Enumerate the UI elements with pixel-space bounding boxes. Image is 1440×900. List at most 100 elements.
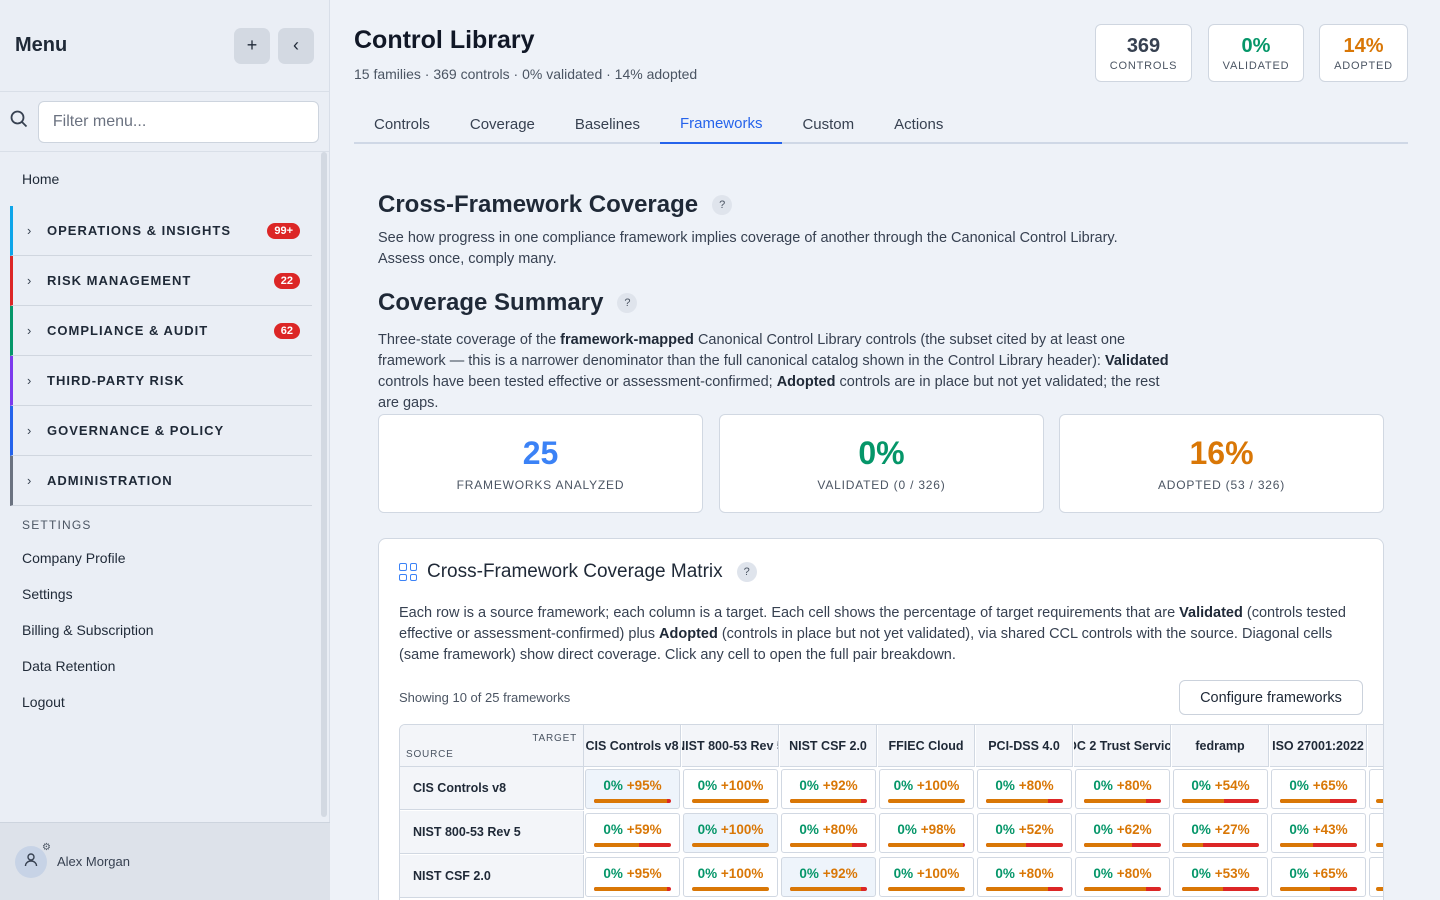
validated-pct: 0%	[1289, 778, 1309, 793]
validated-pct: 0%	[995, 822, 1015, 837]
matrix-cell[interactable]: 0% +100%	[683, 813, 778, 853]
add-menu-button[interactable]: +	[234, 27, 270, 64]
coverage-bar	[1280, 799, 1357, 803]
matrix-cell[interactable]: 0% +80%	[781, 813, 876, 853]
showing-count: Showing 10 of 25 frameworks	[399, 690, 571, 705]
search-icon	[10, 110, 38, 133]
help-icon[interactable]: ?	[712, 195, 733, 215]
validated-pct: 0%	[893, 866, 914, 881]
matrix-cell[interactable]: 0% +80%	[977, 769, 1072, 809]
matrix-cell[interactable]: 0% +98%	[879, 813, 974, 853]
settings-item-settings[interactable]: Settings	[10, 576, 312, 612]
coverage-bar	[594, 843, 671, 847]
description-line: Assess once, comply many.	[378, 251, 557, 267]
sidebar-section-risk-management[interactable]: › RISK MANAGEMENT 22	[10, 256, 312, 306]
adopted-pct: +80%	[1018, 866, 1054, 881]
adopted-pct: +27%	[1214, 822, 1250, 837]
matrix-cell[interactable]: 0% +95%	[585, 769, 680, 809]
count-badge: 22	[273, 272, 300, 289]
coverage-bar-fill	[692, 799, 769, 803]
tab-bar: Controls Coverage Baselines Frameworks Custo…	[354, 104, 1408, 144]
configure-frameworks-button[interactable]: Configure frameworks	[1179, 680, 1363, 715]
matrix-cell[interactable]: 0% +80%	[1075, 857, 1170, 897]
matrix-column-header: ISO 27001:2022	[1270, 725, 1367, 767]
matrix-cell[interactable]: 0% +27%	[1173, 813, 1268, 853]
matrix-cell[interactable]: 0% +65%	[1271, 769, 1366, 809]
matrix-cell[interactable]	[1369, 769, 1383, 809]
matrix-cell[interactable]: 0% +80%	[977, 857, 1072, 897]
tab-coverage[interactable]: Coverage	[450, 104, 555, 144]
tab-controls[interactable]: Controls	[354, 104, 450, 144]
matrix-cell[interactable]	[1369, 813, 1383, 853]
settings-item-billing-subscription[interactable]: Billing & Subscription	[10, 612, 312, 648]
coverage-bar	[790, 799, 867, 803]
chevron-right-icon: ›	[27, 223, 32, 238]
sidebar-section-compliance-audit[interactable]: › COMPLIANCE & AUDIT 62	[10, 306, 312, 356]
adopted-pct: +92%	[822, 866, 858, 881]
collapse-sidebar-button[interactable]: ‹	[278, 27, 314, 64]
validated-pct: 0%	[995, 778, 1015, 793]
matrix-cell[interactable]: 0% +100%	[683, 769, 778, 809]
matrix-cell[interactable]: 0% +92%	[781, 769, 876, 809]
sidebar-section-third-party-risk[interactable]: › THIRD-PARTY RISK	[10, 356, 312, 406]
adopted-pct: +100%	[720, 866, 764, 881]
adopted-pct: +54%	[1214, 778, 1250, 793]
settings-item-company-profile[interactable]: Company Profile	[10, 540, 312, 576]
tab-frameworks[interactable]: Frameworks	[659, 104, 783, 144]
matrix-cell[interactable]: 0% +59%	[585, 813, 680, 853]
coverage-bar	[1182, 799, 1259, 803]
coverage-summary-title: Coverage Summary ?	[378, 289, 638, 317]
target-label: TARGET	[532, 733, 577, 744]
tab-actions[interactable]: Actions	[874, 104, 963, 144]
validated-pct: 0%	[897, 822, 917, 837]
description-line: See how progress in one compliance frame…	[378, 230, 1118, 246]
settings-item-logout[interactable]: Logout	[10, 684, 312, 720]
stat-value: 14%	[1343, 34, 1384, 57]
coverage-bar-fill	[888, 799, 965, 803]
sidebar-filter	[0, 92, 329, 152]
matrix-cell[interactable]	[1369, 857, 1383, 897]
help-icon[interactable]: ?	[736, 562, 757, 582]
adopted-pct: +53%	[1214, 866, 1250, 881]
matrix-cell[interactable]: 0% +95%	[585, 857, 680, 897]
sidebar-section-governance-policy[interactable]: › GOVERNANCE & POLICY	[10, 406, 312, 456]
sidebar-section-administration[interactable]: › ADMINISTRATION	[10, 456, 312, 506]
matrix-cell[interactable]: 0% +65%	[1271, 857, 1366, 897]
user-profile[interactable]: ⚙ Alex Morgan	[0, 822, 330, 900]
matrix-cell[interactable]: 0% +100%	[879, 857, 974, 897]
matrix-cell[interactable]: 0% +80%	[1075, 769, 1170, 809]
matrix-title: Cross-Framework Coverage Matrix ?	[399, 561, 757, 583]
sidebar-scrollbar[interactable]	[321, 152, 327, 817]
gear-icon: ⚙	[42, 841, 51, 853]
matrix-cell[interactable]: 0% +92%	[781, 857, 876, 897]
validated-pct: 0%	[1289, 866, 1309, 881]
filter-menu-input[interactable]	[37, 100, 319, 143]
coverage-bar	[1376, 843, 1383, 847]
matrix-cell[interactable]: 0% +52%	[977, 813, 1072, 853]
matrix-cell[interactable]: 0% +53%	[1173, 857, 1268, 897]
tab-custom[interactable]: Custom	[782, 104, 874, 144]
adopted-pct: +62%	[1116, 822, 1152, 837]
help-icon[interactable]: ?	[617, 293, 638, 313]
matrix-cell[interactable]: 0% +62%	[1075, 813, 1170, 853]
coverage-bar	[986, 887, 1063, 891]
matrix-cell[interactable]: 0% +54%	[1173, 769, 1268, 809]
matrix-cell[interactable]: 0% +100%	[683, 857, 778, 897]
coverage-bar	[790, 887, 867, 891]
matrix-cell[interactable]: 0% +43%	[1271, 813, 1366, 853]
matrix-column-header: CIS Controls v8	[584, 725, 681, 767]
settings-item-data-retention[interactable]: Data Retention	[10, 648, 312, 684]
coverage-bar	[986, 799, 1063, 803]
coverage-bar	[1280, 843, 1357, 847]
coverage-bar-fill	[692, 843, 769, 847]
coverage-bar	[594, 887, 671, 891]
count-badge: 99+	[267, 222, 300, 239]
matrix-cell[interactable]: 0% +100%	[879, 769, 974, 809]
tab-baselines[interactable]: Baselines	[555, 104, 660, 144]
chevron-right-icon: ›	[27, 373, 32, 388]
validated-pct: 0%	[995, 866, 1015, 881]
matrix-corner: TARGET SOURCE	[400, 725, 584, 767]
sidebar-section-operations-insights[interactable]: › OPERATIONS & INSIGHTS 99+	[10, 206, 312, 256]
nav-home[interactable]: Home	[10, 152, 312, 206]
matrix-column-header: FFIEC Cloud	[878, 725, 975, 767]
